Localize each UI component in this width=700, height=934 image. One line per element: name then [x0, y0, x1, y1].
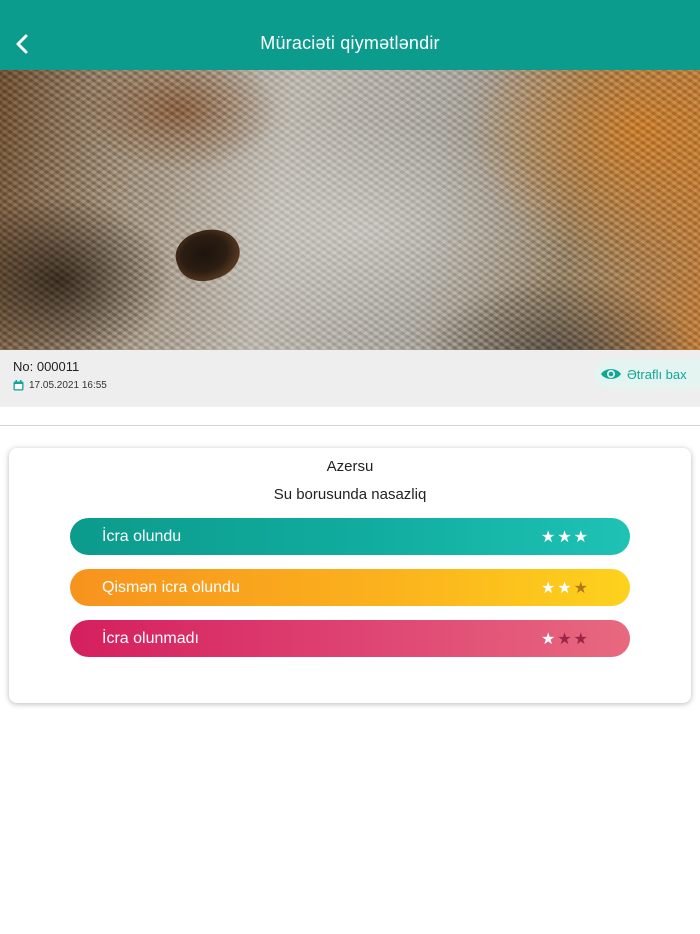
details-button[interactable]: Ətraflı bax: [594, 359, 700, 389]
company-name: Azersu: [326, 458, 374, 475]
ticket-date: 17.05.2021 16:55: [29, 380, 107, 391]
star-icon: ★: [540, 577, 556, 597]
star-rating: ★ ★ ★: [540, 526, 588, 546]
rate-option-label: İcra olunmadı: [102, 629, 199, 647]
top-app-bar: Müraciəti qiymətləndir: [0, 0, 700, 70]
rate-option-label: Qismən icra olundu: [102, 578, 240, 596]
ticket-number: No: 000011: [13, 359, 80, 374]
star-icon: ★: [540, 628, 556, 648]
star-icon: ★: [573, 577, 588, 597]
pipe-photo: [0, 70, 700, 350]
ticket-info-bar: No: 000011 17.05.2021 16:55 Ətraflı bax: [0, 350, 700, 407]
complaint-subject: Su borusunda nasazliq: [273, 486, 427, 503]
calendar-icon: [13, 380, 24, 391]
star-icon: ★: [557, 577, 572, 597]
star-icon: ★: [557, 526, 572, 546]
star-icon: ★: [540, 526, 556, 546]
page-title: Müraciəti qiymətləndir: [260, 33, 440, 53]
rate-not-completed-button[interactable]: İcra olunmadı ★ ★ ★: [70, 620, 630, 657]
star-icon: ★: [573, 628, 588, 648]
section-divider: [0, 425, 700, 426]
eye-icon: [601, 369, 621, 379]
rate-option-label: İcra olundu: [102, 527, 182, 545]
star-icon: ★: [557, 628, 572, 648]
rate-completed-button[interactable]: İcra olundu ★ ★ ★: [70, 518, 630, 555]
rating-card: Azersu Su borusunda nasazliq İcra olundu…: [9, 448, 691, 703]
photo-texture: [0, 70, 700, 350]
star-rating: ★ ★ ★: [540, 577, 588, 597]
star-rating: ★ ★ ★: [540, 628, 588, 648]
star-icon: ★: [573, 526, 588, 546]
ticket-date-row: 17.05.2021 16:55: [13, 380, 107, 391]
rate-partially-completed-button[interactable]: Qismən icra olundu ★ ★ ★: [70, 569, 630, 606]
details-label: Ətraflı bax: [627, 366, 687, 382]
